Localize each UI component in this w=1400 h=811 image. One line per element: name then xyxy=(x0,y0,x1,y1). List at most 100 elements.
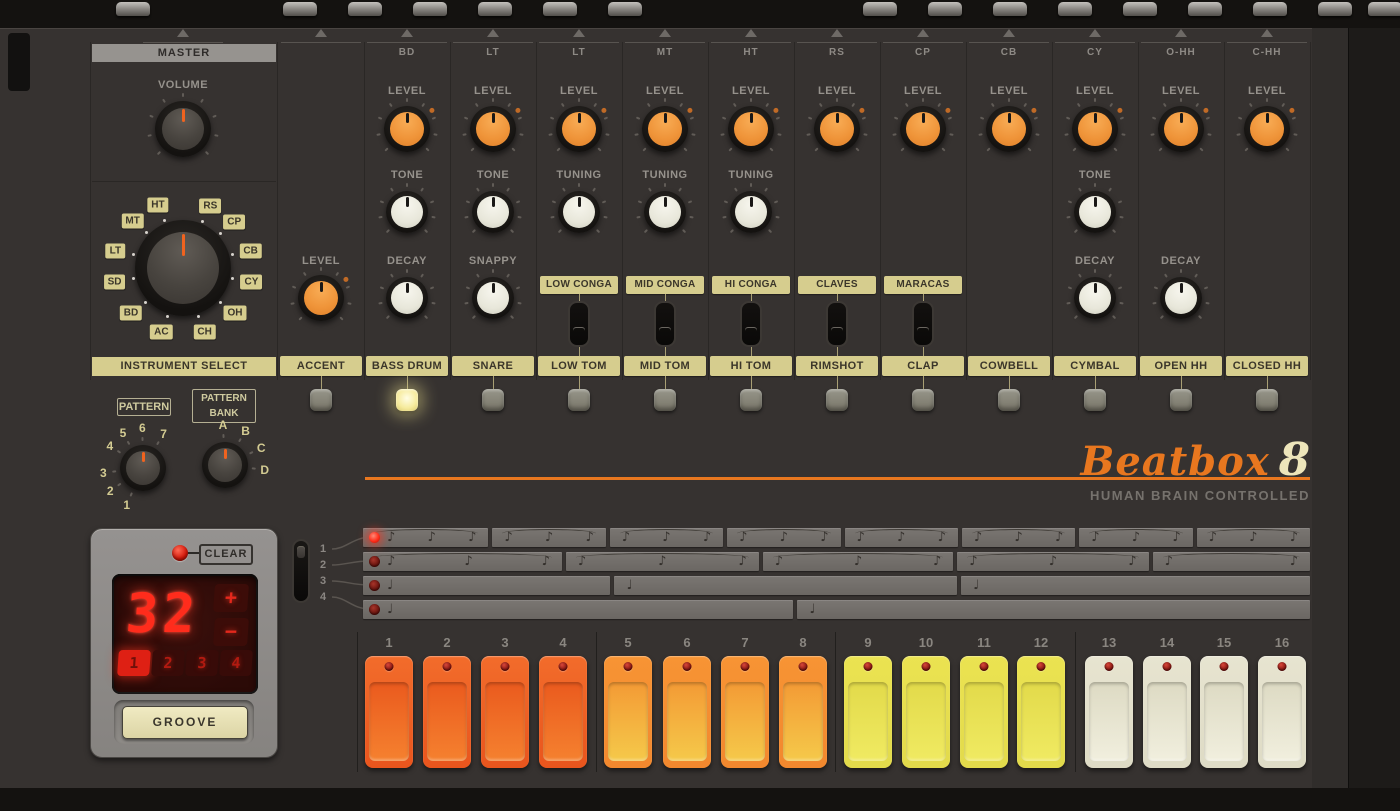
pad-12[interactable] xyxy=(1017,656,1065,768)
tone-knob-cymbal[interactable] xyxy=(1074,191,1116,233)
knob-tick xyxy=(991,103,995,107)
pattern-knob-position-4: 4 xyxy=(106,439,113,453)
level-knob-mid-tom[interactable] xyxy=(642,106,688,152)
sound-toggle-mid-tom[interactable] xyxy=(654,301,676,347)
knob-cap xyxy=(1079,196,1111,228)
decay-knob-cymbal[interactable] xyxy=(1074,277,1116,319)
pad-1[interactable] xyxy=(365,656,413,768)
trigger-button-cowbell[interactable] xyxy=(998,389,1020,411)
pad-11[interactable] xyxy=(960,656,1008,768)
trigger-button-hi-tom[interactable] xyxy=(740,389,762,411)
connector-line xyxy=(665,294,666,301)
level-knob-rimshot[interactable] xyxy=(814,106,860,152)
strip-divider xyxy=(90,42,91,380)
level-knob-open-hh[interactable] xyxy=(1158,106,1204,152)
level-knob-closed-hh[interactable] xyxy=(1244,106,1290,152)
knob-tick xyxy=(1072,147,1076,151)
step-button-1[interactable]: 1 xyxy=(117,650,151,676)
knob-tick xyxy=(1206,116,1210,119)
decay-knob-open-hh[interactable] xyxy=(1160,277,1202,319)
knob-tick xyxy=(386,315,390,319)
level-knob-hi-tom[interactable] xyxy=(728,106,774,152)
knob-tick xyxy=(384,147,388,151)
sound-toggle-hi-tom[interactable] xyxy=(740,301,762,347)
knob-indicator xyxy=(1180,283,1183,293)
knob-tick xyxy=(1293,133,1297,136)
led-display-screen: 32 + − 1234 xyxy=(112,574,258,694)
pattern-knob[interactable] xyxy=(120,445,166,491)
step-button-4[interactable]: 4 xyxy=(219,650,253,676)
pad-13[interactable] xyxy=(1085,656,1133,768)
pad-6[interactable] xyxy=(663,656,711,768)
increment-button[interactable]: + xyxy=(213,584,249,612)
trigger-button-mid-tom[interactable] xyxy=(654,389,676,411)
knob-tick xyxy=(1094,98,1096,102)
drum-machine-panel: MASTER VOLUME INSTRUMENT SELECT PATTERN … xyxy=(0,0,1400,811)
master-volume-knob[interactable] xyxy=(155,101,211,157)
snappy-knob-snare[interactable] xyxy=(472,277,514,319)
tuning-knob-low-tom[interactable] xyxy=(558,191,600,233)
step-button-2[interactable]: 2 xyxy=(151,650,185,676)
pad-10[interactable] xyxy=(902,656,950,768)
level-knob-low-tom[interactable] xyxy=(556,106,602,152)
knob-tick xyxy=(1112,229,1116,233)
pad-2[interactable] xyxy=(423,656,471,768)
connector-line xyxy=(751,376,752,389)
tone-knob-snare[interactable] xyxy=(472,191,514,233)
tuning-knob-mid-tom[interactable] xyxy=(644,191,686,233)
level-knob-bass-drum[interactable] xyxy=(384,106,430,152)
trigger-button-accent[interactable] xyxy=(310,389,332,411)
level-knob-accent[interactable] xyxy=(298,275,344,321)
trigger-button-cymbal[interactable] xyxy=(1084,389,1106,411)
step-button-3[interactable]: 3 xyxy=(185,650,219,676)
pad-key-surface xyxy=(848,682,888,761)
level-knob-cowbell[interactable] xyxy=(986,106,1032,152)
decrement-button[interactable]: − xyxy=(213,618,249,646)
pad-3[interactable] xyxy=(481,656,529,768)
tuning-knob-hi-tom[interactable] xyxy=(730,191,772,233)
connector-line xyxy=(665,376,666,389)
decay-knob-bass-drum[interactable] xyxy=(386,277,428,319)
pad-16[interactable] xyxy=(1258,656,1306,768)
groove-button[interactable]: GROOVE xyxy=(122,706,248,739)
pad-15[interactable] xyxy=(1200,656,1248,768)
level-knob-cymbal[interactable] xyxy=(1072,106,1118,152)
knob-tick xyxy=(1292,116,1296,119)
pad-8[interactable] xyxy=(779,656,827,768)
tone-knob-bass-drum[interactable] xyxy=(386,191,428,233)
pad-7[interactable] xyxy=(721,656,769,768)
knob-tick xyxy=(507,103,511,107)
pad-led xyxy=(1220,662,1229,671)
trigger-button-clap[interactable] xyxy=(912,389,934,411)
level-knob-clap[interactable] xyxy=(900,106,946,152)
level-label: LEVEL xyxy=(1225,85,1309,97)
jack-nut xyxy=(1058,2,1092,16)
note-beam xyxy=(737,529,830,538)
trigger-button-low-tom[interactable] xyxy=(568,389,590,411)
trigger-button-open-hh[interactable] xyxy=(1170,389,1192,411)
pad-5[interactable] xyxy=(604,656,652,768)
clear-button[interactable]: CLEAR xyxy=(199,544,253,565)
knob-tick xyxy=(157,151,161,155)
sound-toggle-low-tom[interactable] xyxy=(568,301,590,347)
connector-line xyxy=(493,376,494,389)
pad-4[interactable] xyxy=(539,656,587,768)
sequencer-row-switch[interactable] xyxy=(292,539,310,603)
knob-tick xyxy=(948,116,952,119)
sound-toggle-clap[interactable] xyxy=(912,301,934,347)
level-knob-snare[interactable] xyxy=(470,106,516,152)
knob-tick xyxy=(511,147,515,151)
pattern-bank-knob[interactable] xyxy=(202,442,248,488)
sound-toggle-rimshot[interactable] xyxy=(826,301,848,347)
trigger-button-bass-drum[interactable] xyxy=(396,389,418,411)
trigger-button-closed-hh[interactable] xyxy=(1256,389,1278,411)
jack-label-clap: CP xyxy=(883,47,963,58)
note-glyph: ♩ xyxy=(809,600,815,619)
knob-tick xyxy=(470,147,474,151)
pad-14[interactable] xyxy=(1143,656,1191,768)
pad-9[interactable] xyxy=(844,656,892,768)
trigger-button-snare[interactable] xyxy=(482,389,504,411)
instrument-select-knob[interactable] xyxy=(135,220,231,316)
jack-nut xyxy=(993,2,1027,16)
trigger-button-rimshot[interactable] xyxy=(826,389,848,411)
